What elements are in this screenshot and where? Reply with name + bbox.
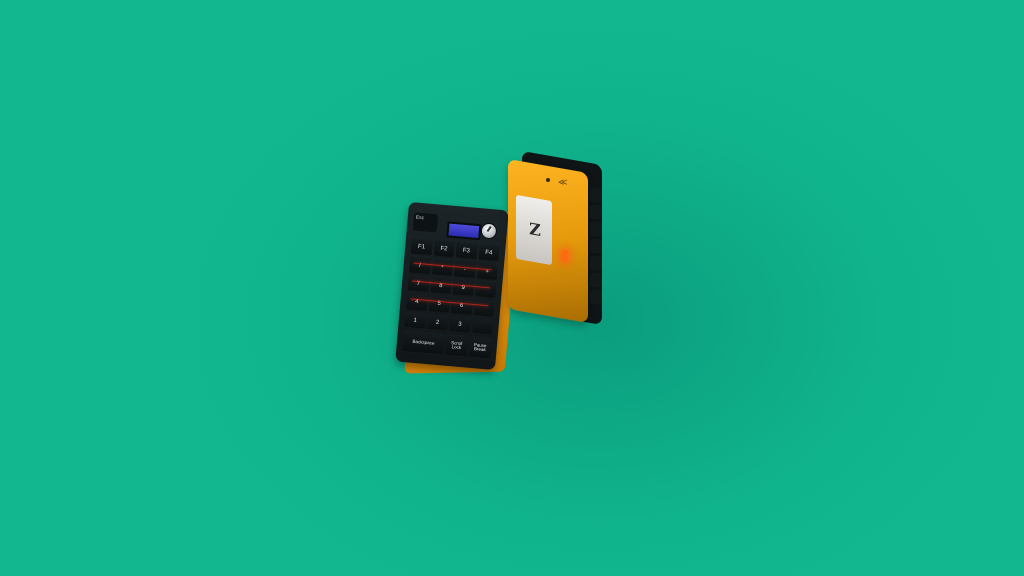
keycap-edge	[590, 188, 602, 202]
keycap-edge	[590, 205, 602, 219]
z-logo-icon: Z	[529, 218, 541, 241]
key: F3	[455, 242, 478, 261]
macropad-device: Esc F1 F2 F3 F4 / * - + 7 8 9 4 5 6 1 2 …	[395, 201, 519, 374]
keycap-edges	[590, 188, 602, 308]
keycap-edge	[590, 239, 602, 253]
key: 4	[405, 293, 428, 312]
key: F2	[432, 240, 455, 259]
key: F1	[410, 238, 433, 257]
key: 7	[407, 274, 430, 294]
key: 2	[426, 313, 449, 332]
backspace-key: Backspace	[402, 329, 445, 356]
key: +	[476, 262, 499, 281]
keycap-edge	[590, 290, 602, 304]
scroll-lock-key: Scroll Lock	[444, 333, 469, 358]
key: 6	[450, 297, 473, 316]
key	[473, 299, 495, 318]
orange-led-icon	[562, 250, 568, 262]
pause-break-key: Pause Break	[468, 335, 492, 360]
keycap-edge	[590, 273, 602, 287]
key: *	[431, 258, 454, 277]
chevron-logo-icon: ≪	[558, 177, 568, 187]
macropad-back-device: Z ≪	[508, 150, 602, 326]
key: /	[408, 256, 431, 275]
keycap-edge	[590, 222, 602, 236]
key: 5	[428, 295, 451, 314]
keycap-edge	[590, 256, 602, 270]
indicator-dot	[546, 178, 550, 182]
key: -	[453, 260, 476, 279]
lcd-screen	[446, 221, 482, 241]
key: 3	[448, 315, 471, 334]
key: 1	[404, 311, 427, 330]
rotary-knob	[480, 222, 498, 240]
key: 9	[452, 278, 475, 298]
product-render-scene: Esc F1 F2 F3 F4 / * - + 7 8 9 4 5 6 1 2 …	[0, 0, 1024, 576]
key: 8	[429, 276, 452, 296]
key	[471, 317, 494, 336]
esc-key: Esc	[412, 212, 439, 233]
key	[474, 280, 497, 299]
key: F4	[477, 244, 500, 263]
macropad-face: Esc F1 F2 F3 F4 / * - + 7 8 9 4 5 6 1 2 …	[395, 201, 509, 371]
